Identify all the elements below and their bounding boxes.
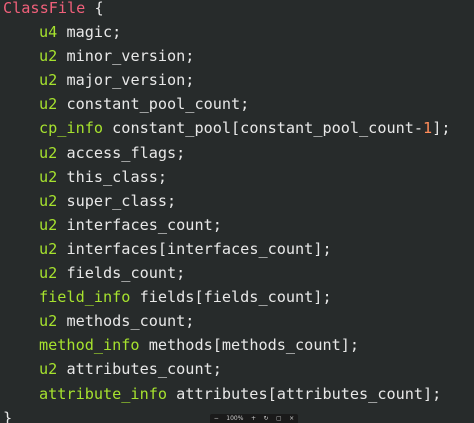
field-type: cp_info [39,119,104,138]
code-viewer: ClassFile { u4 magic; u2 minor_version; … [0,0,474,423]
field-decl: constant_pool[constant_pool_count- [103,119,424,138]
field-type: u2 [39,143,58,162]
field-type: u2 [39,215,58,234]
field-type: u2 [39,191,58,210]
field-type: u2 [39,312,58,331]
code-line-field: u2 methods_count; [3,309,451,333]
field-type: u4 [39,23,58,42]
field-type: u2 [39,47,58,66]
field-type: u2 [39,71,58,90]
code-line-header: ClassFile { [3,0,451,20]
code-line-field: u4 magic; [3,20,451,44]
field-decl-tail: ]; [432,119,451,138]
minus-icon[interactable]: − [214,414,219,423]
field-type: u2 [39,239,58,258]
number-literal: 1 [423,119,433,138]
code-line-field: u2 access_flags; [3,141,451,165]
field-decl: attributes_count; [57,360,222,379]
code-line-field: attribute_info attributes[attributes_cou… [3,382,451,406]
field-decl: interfaces_count; [57,215,222,234]
code-line-field: cp_info constant_pool[constant_pool_coun… [3,116,451,140]
code-line-field: u2 minor_version; [3,44,451,68]
field-decl: super_class; [57,191,177,210]
field-decl: interfaces[interfaces_count]; [57,239,332,258]
field-decl: this_class; [57,167,168,186]
code-line-field: u2 attributes_count; [3,357,451,381]
field-decl: fields[fields_count]; [130,288,332,307]
field-type: u2 [39,167,58,186]
field-decl: magic; [57,23,122,42]
field-type: u2 [39,360,58,379]
code-line-field: u2 fields_count; [3,261,451,285]
field-decl: constant_pool_count; [57,95,250,114]
code-line-field: u2 interfaces[interfaces_count]; [3,237,451,261]
zoom-level: 100% [226,415,244,422]
field-type: method_info [39,336,140,355]
field-decl: access_flags; [57,143,186,162]
open-brace: { [85,0,104,17]
fit-icon[interactable]: ▢ [276,414,282,423]
field-type: u2 [39,264,58,283]
field-decl: major_version; [57,71,195,90]
field-type: attribute_info [39,384,168,403]
field-decl: methods_count; [57,312,195,331]
close-brace: } [3,408,13,423]
field-decl: methods[methods_count]; [139,336,360,355]
field-type: field_info [39,288,131,307]
code-line-field: method_info methods[methods_count]; [3,333,451,357]
plus-icon[interactable]: + [251,414,256,423]
code-line-field: u2 major_version; [3,68,451,92]
code-line-field: u2 constant_pool_count; [3,92,451,116]
code-block: ClassFile { u4 magic; u2 minor_version; … [3,0,451,423]
field-decl: fields_count; [57,264,186,283]
code-line-field: u2 this_class; [3,165,451,189]
code-line-field: field_info fields[fields_count]; [3,285,451,309]
field-decl: minor_version; [57,47,195,66]
field-type: u2 [39,95,58,114]
code-line-field: u2 super_class; [3,189,451,213]
image-viewer-toolbar: − 100% + ↻ ▢ × [210,414,298,423]
code-line-field: u2 interfaces_count; [3,213,451,237]
struct-name: ClassFile [3,0,86,17]
rotate-icon[interactable]: ↻ [263,414,268,423]
close-icon[interactable]: × [289,414,294,423]
field-decl: attributes[attributes_count]; [167,384,442,403]
